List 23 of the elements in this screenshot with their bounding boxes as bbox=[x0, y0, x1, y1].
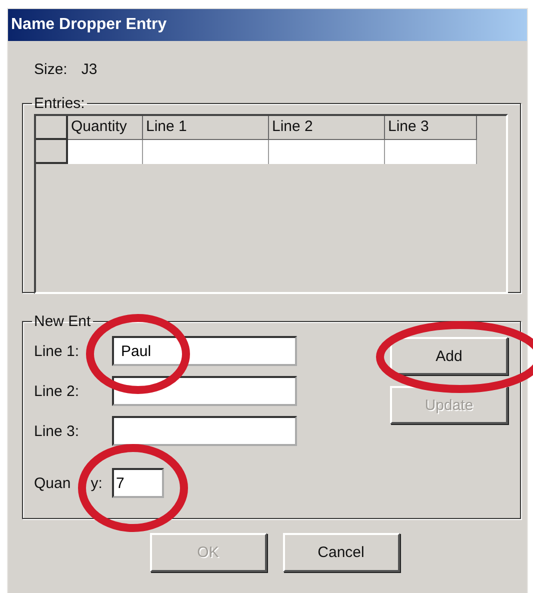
header-corner bbox=[36, 116, 68, 140]
table-cell[interactable] bbox=[143, 140, 269, 164]
group-legend: Entries: bbox=[32, 95, 87, 112]
size-label: Size: bbox=[34, 61, 68, 80]
text-field[interactable] bbox=[112, 416, 297, 446]
quantity-field[interactable]: 7 bbox=[112, 468, 164, 498]
field-label: Line 1: bbox=[34, 342, 80, 360]
row-header[interactable] bbox=[36, 140, 68, 164]
field-label: Line 2: bbox=[34, 382, 80, 400]
cancel-button[interactable]: Cancel bbox=[282, 533, 400, 572]
group-legend: New Ent bbox=[32, 313, 93, 330]
window-title: Name Dropper Entry bbox=[11, 16, 167, 34]
table-cell[interactable] bbox=[385, 140, 477, 164]
table-cell[interactable] bbox=[68, 140, 143, 164]
size-value: J3 bbox=[81, 61, 98, 80]
text-field[interactable] bbox=[112, 376, 297, 406]
text-field[interactable]: Paul bbox=[112, 336, 297, 366]
field-label: Quan bbox=[34, 474, 71, 492]
add-button[interactable]: Add bbox=[390, 337, 508, 375]
field-label: y: bbox=[90, 474, 102, 492]
entries-grid[interactable]: Quantity Line 1 Line 2 Line 3 bbox=[34, 114, 508, 294]
table-cell[interactable] bbox=[269, 140, 385, 164]
field-label: Line 3: bbox=[34, 422, 80, 440]
